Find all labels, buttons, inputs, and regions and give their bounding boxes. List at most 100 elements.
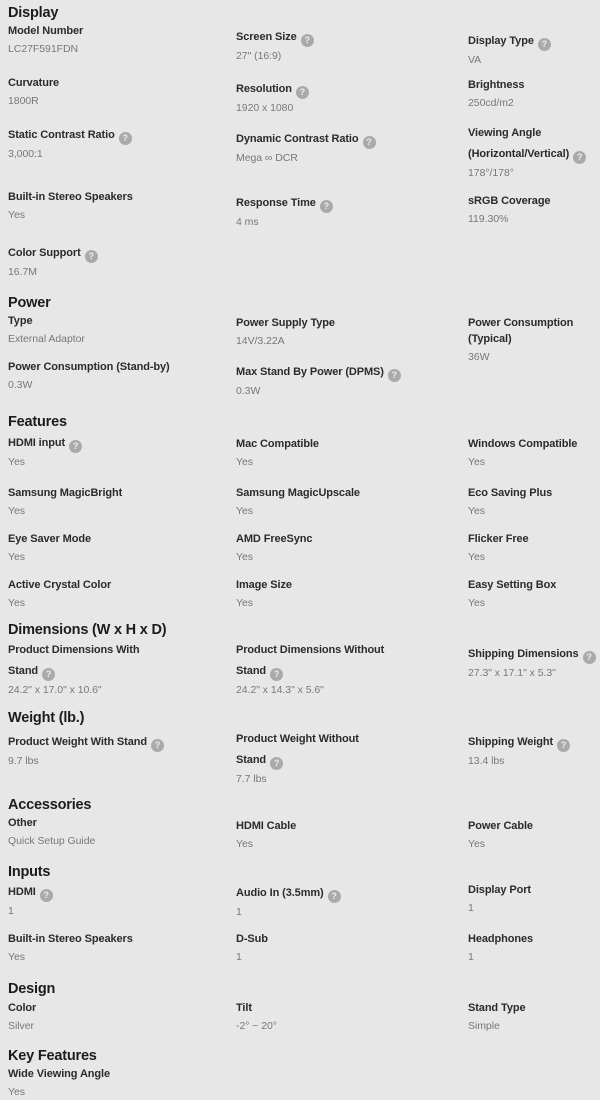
spec-label: Viewing Angle	[468, 126, 600, 142]
spec-label-text: Static Contrast Ratio	[8, 129, 115, 141]
spec-label-line2: (Horizontal/Vertical)?	[468, 147, 600, 164]
spec-item-power-consumption-stand-by: Power Consumption (Stand-by) 0.3W	[8, 360, 236, 393]
spec-label: Brightness	[468, 78, 600, 94]
help-icon[interactable]: ?	[84, 249, 98, 263]
spec-value: LC27F591FDN	[8, 43, 79, 56]
section-heading: Inputs	[8, 864, 51, 880]
help-icon[interactable]: ?	[300, 33, 314, 47]
section-heading: Power	[8, 295, 51, 311]
spec-item-audio-in-3-5mm: Audio In (3.5mm)? 1	[236, 886, 468, 920]
spec-item-srgb-coverage: sRGB Coverage 119.30%	[468, 194, 600, 227]
help-icon[interactable]: ?	[118, 131, 132, 145]
spec-value: External Adaptor	[8, 333, 85, 346]
spec-label-text: Product Weight Without	[236, 733, 359, 745]
spec-value: 14V/3.22A	[236, 335, 285, 348]
spec-label-text: HDMI	[8, 886, 36, 898]
spec-value: Yes	[236, 505, 253, 518]
spec-label-text: Max Stand By Power (DPMS)	[236, 366, 384, 378]
spec-label-text: Type	[8, 315, 33, 327]
help-icon[interactable]: ?	[42, 667, 56, 681]
spec-item-tilt: Tilt -2° ~ 20°	[236, 1001, 468, 1034]
spec-value: 1	[236, 905, 242, 918]
spec-label: Dynamic Contrast Ratio?	[236, 132, 468, 149]
spec-label-text: Flicker Free	[468, 533, 529, 545]
help-icon[interactable]: ?	[362, 135, 376, 149]
spec-label: Image Size	[236, 578, 468, 594]
spec-label-text: Samsung MagicBright	[8, 487, 123, 499]
spec-label: Other	[8, 816, 236, 832]
spec-label-text: Screen Size	[236, 31, 297, 43]
spec-value: Yes	[236, 551, 253, 564]
spec-label: Windows Compatible	[468, 437, 600, 453]
spec-label-text: Tilt	[236, 1002, 252, 1014]
spec-item-response-time: Response Time? 4 ms	[236, 196, 468, 230]
help-icon[interactable]: ?	[557, 738, 571, 752]
section-heading: Features	[8, 414, 67, 430]
spec-label: HDMI Cable	[236, 819, 468, 835]
spec-label-text: Resolution	[236, 83, 292, 95]
spec-item-product-weight-without: Product Weight Without Stand? 7.7 lbs	[236, 732, 468, 787]
spec-item-samsung-magicupscale: Samsung MagicUpscale Yes	[236, 486, 468, 519]
spec-value: Yes	[468, 551, 485, 564]
spec-label-text: Product Dimensions With	[8, 644, 140, 656]
spec-value: 1	[468, 951, 474, 964]
spec-label-text: Samsung MagicUpscale	[236, 487, 360, 499]
spec-value: Yes	[468, 456, 485, 469]
help-icon[interactable]: ?	[39, 888, 53, 902]
spec-label: Response Time?	[236, 196, 468, 213]
spec-value: 0.3W	[236, 384, 261, 397]
spec-value: 3,000:1	[8, 147, 43, 160]
spec-item-color-support: Color Support? 16.7M	[8, 246, 236, 280]
spec-label: Eye Saver Mode	[8, 532, 236, 548]
spec-value: Yes	[236, 456, 253, 469]
help-icon[interactable]: ?	[270, 667, 284, 681]
help-icon[interactable]: ?	[582, 650, 596, 664]
spec-label-text: Viewing Angle	[468, 127, 542, 139]
help-icon[interactable]: ?	[327, 889, 341, 903]
spec-item-stand-type: Stand Type Simple	[468, 1001, 600, 1034]
help-icon[interactable]: ?	[319, 199, 333, 213]
help-icon[interactable]: ?	[69, 439, 83, 453]
spec-label: Type	[8, 314, 236, 330]
spec-value: 16.7M	[8, 265, 37, 278]
spec-label: Stand Type	[468, 1001, 600, 1017]
spec-value: 13.4 lbs	[468, 754, 505, 767]
spec-label-line2: Stand?	[236, 664, 468, 681]
help-icon[interactable]: ?	[537, 37, 551, 51]
spec-label-text: Easy Setting Box	[468, 579, 557, 591]
help-icon[interactable]: ?	[295, 85, 309, 99]
spec-item-type: Type External Adaptor	[8, 314, 236, 347]
spec-value: Yes	[468, 597, 485, 610]
spec-label-text: Power Consumption (Typical)	[468, 317, 574, 346]
spec-label: AMD FreeSync	[236, 532, 468, 548]
spec-label-line2: Stand?	[236, 753, 468, 770]
spec-label-text: Built-in Stereo Speakers	[8, 933, 133, 945]
spec-item-power-consumption-typical: Power Consumption (Typical) 36W	[468, 316, 600, 365]
spec-item-eye-saver-mode: Eye Saver Mode Yes	[8, 532, 236, 565]
spec-item-flicker-free: Flicker Free Yes	[468, 532, 600, 565]
spec-value: Yes	[8, 951, 25, 964]
spec-item-hdmi-cable: HDMI Cable Yes	[236, 819, 468, 852]
spec-value: Yes	[8, 551, 25, 564]
spec-item-product-dimensions-with: Product Dimensions With Stand? 24.2" x 17.…	[8, 643, 236, 698]
spec-label-text: Eye Saver Mode	[8, 533, 91, 545]
spec-value: 24.2" x 17.0" x 10.6"	[8, 683, 102, 696]
spec-value: Quick Setup Guide	[8, 835, 96, 848]
help-icon[interactable]: ?	[573, 150, 587, 164]
spec-label: Product Dimensions With	[8, 643, 236, 659]
spec-label-line2: Stand?	[8, 664, 236, 681]
spec-value: Yes	[8, 597, 25, 610]
spec-label-text: Display Type	[468, 35, 534, 47]
spec-item-amd-freesync: AMD FreeSync Yes	[236, 532, 468, 565]
help-icon[interactable]: ?	[270, 756, 284, 770]
help-icon[interactable]: ?	[150, 738, 164, 752]
spec-item-hdmi-input: HDMI input? Yes	[8, 436, 236, 470]
spec-label-text: D-Sub	[236, 933, 268, 945]
spec-label: Model Number	[8, 24, 236, 40]
help-icon[interactable]: ?	[387, 368, 401, 382]
spec-label: Eco Saving Plus	[468, 486, 600, 502]
spec-label-text: Other	[8, 817, 37, 829]
spec-label: Built-in Stereo Speakers	[8, 932, 236, 948]
spec-label: Curvature	[8, 76, 236, 92]
spec-value: 1	[236, 951, 242, 964]
